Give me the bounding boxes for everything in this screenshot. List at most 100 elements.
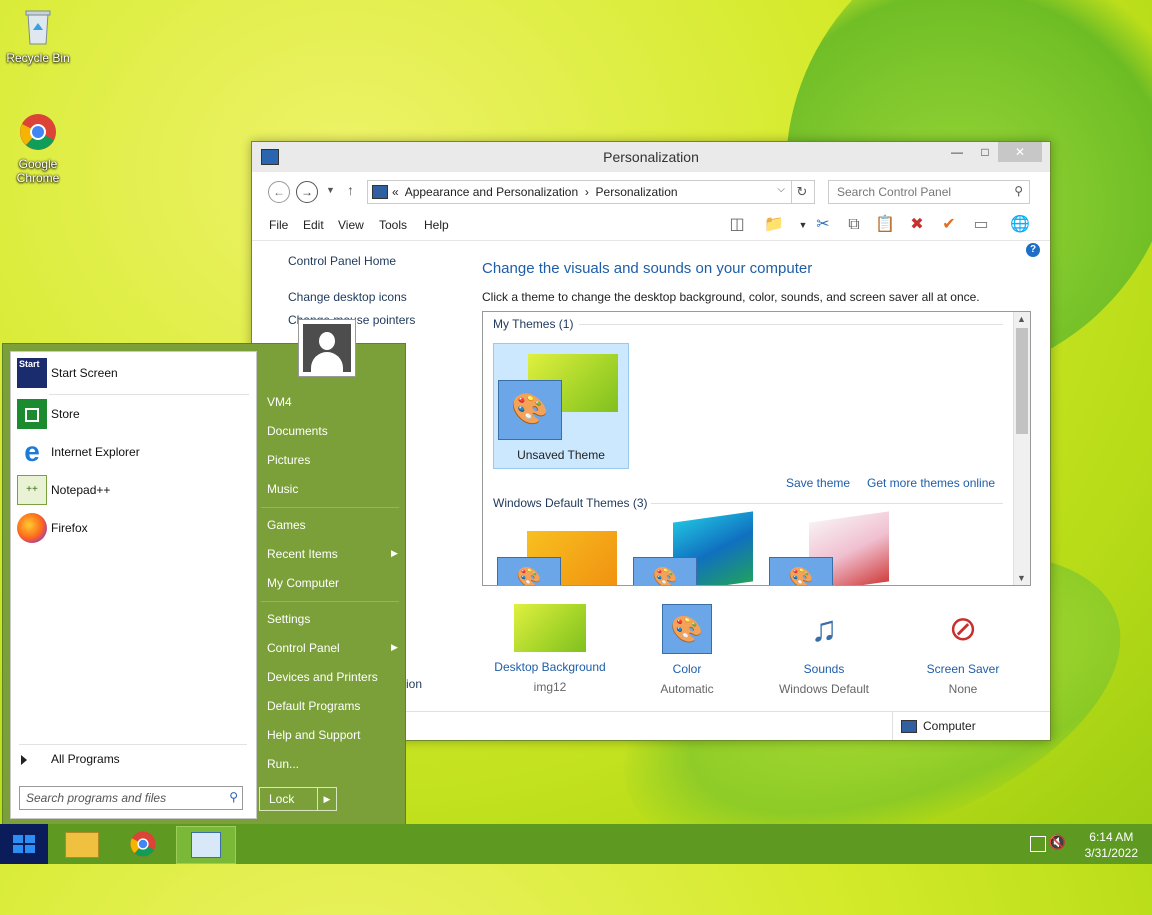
delete-icon[interactable]: ✖	[906, 214, 928, 236]
triangle-right-icon	[21, 754, 27, 765]
menu-view[interactable]: View	[338, 218, 364, 232]
close-button[interactable]: ✕	[998, 142, 1042, 162]
control-panel-icon	[191, 832, 221, 858]
breadcrumb-overflow[interactable]: «	[392, 185, 399, 199]
place-default-programs[interactable]: Default Programs	[267, 699, 360, 713]
start-tile-text: Start	[19, 359, 40, 369]
search-icon[interactable]: ⚲	[229, 790, 238, 804]
copy-icon[interactable]: ⧉	[843, 214, 865, 236]
rename-icon[interactable]: ▭	[970, 214, 992, 236]
search-control-panel-input[interactable]: Search Control Panel ⚲	[828, 180, 1030, 204]
clock[interactable]: 6:14 AM 3/31/2022	[1085, 829, 1138, 861]
minimize-button[interactable]: —	[942, 142, 972, 162]
menu-bar: File Edit View Tools Help ◫ 📁 ▼ ✂ ⧉ 📋 ✖ …	[252, 210, 1050, 241]
network-icon[interactable]	[1030, 836, 1046, 852]
theme-flowers[interactable]: 🎨	[769, 511, 889, 585]
power-options-arrow-icon[interactable]: ▶	[317, 788, 336, 810]
start-screen-icon: Start	[17, 358, 47, 388]
refresh-button[interactable]: ↻	[790, 180, 815, 204]
maximize-button[interactable]: □	[970, 142, 1000, 162]
chevron-down-icon[interactable]: ▼	[792, 214, 814, 236]
up-button[interactable]: ↑	[347, 182, 354, 198]
place-settings[interactable]: Settings	[267, 612, 310, 626]
desktop-icon-google-chrome[interactable]: Google Chrome	[3, 112, 73, 185]
screen-saver-setting[interactable]: ⊘ Screen Saver None	[893, 604, 1033, 696]
place-recent-items[interactable]: Recent Items ▶	[267, 547, 399, 561]
paste-icon[interactable]: 📋	[874, 214, 896, 236]
menu-edit[interactable]: Edit	[303, 218, 324, 232]
menu-tools[interactable]: Tools	[379, 218, 407, 232]
place-vm4[interactable]: VM4	[267, 395, 292, 409]
place-pictures[interactable]: Pictures	[267, 453, 310, 467]
theme-windows[interactable]: 🎨	[497, 531, 617, 585]
color-palette-icon: 🎨	[633, 557, 697, 585]
start-item-start-screen[interactable]: Start Start Screen	[15, 356, 251, 390]
place-run[interactable]: Run...	[267, 757, 299, 771]
forward-button[interactable]: →	[296, 181, 318, 203]
place-music[interactable]: Music	[267, 482, 298, 496]
scroll-thumb[interactable]	[1016, 328, 1028, 434]
chevron-down-icon[interactable]: ⌵	[777, 184, 785, 195]
taskbar-personalization[interactable]	[176, 826, 236, 864]
scroll-down-icon[interactable]: ▼	[1017, 573, 1026, 583]
sounds-setting[interactable]: ♫ Sounds Windows Default	[754, 604, 894, 696]
start-item-store[interactable]: Store	[15, 397, 251, 431]
avatar-head	[319, 332, 335, 350]
get-more-themes-link[interactable]: Get more themes online	[867, 476, 995, 490]
search-programs-input[interactable]: Search programs and files ⚲	[19, 786, 243, 810]
menu-help[interactable]: Help	[424, 218, 449, 232]
desktop-background-setting[interactable]: Desktop Background img12	[480, 604, 620, 694]
place-my-computer[interactable]: My Computer	[267, 576, 339, 590]
globe-icon[interactable]: 🌐	[1009, 214, 1031, 236]
title-bar[interactable]: Personalization — □ ✕	[252, 142, 1050, 172]
start-button[interactable]	[0, 824, 48, 864]
chevron-right-icon: ▶	[391, 642, 398, 652]
breadcrumb-separator[interactable]: ›	[585, 185, 589, 199]
place-control-panel[interactable]: Control Panel ▶	[267, 641, 399, 655]
link-change-desktop-icons[interactable]: Change desktop icons	[288, 290, 407, 304]
start-item-internet-explorer[interactable]: e Internet Explorer	[15, 435, 251, 469]
theme-unsaved[interactable]: 🎨 Unsaved Theme	[493, 343, 629, 469]
start-item-firefox[interactable]: Firefox	[15, 511, 251, 545]
address-bar[interactable]: « Appearance and Personalization › Perso…	[367, 180, 792, 204]
user-avatar[interactable]	[298, 319, 356, 377]
folder-options-icon[interactable]: 📁	[763, 214, 785, 236]
color-setting[interactable]: 🎨 Color Automatic	[617, 604, 757, 696]
link-control-panel-home[interactable]: Control Panel Home	[288, 254, 396, 268]
properties-check-icon[interactable]: ✔	[938, 214, 960, 236]
all-programs[interactable]: All Programs	[21, 752, 120, 766]
breadcrumb-appearance[interactable]: Appearance and Personalization	[405, 185, 578, 199]
search-icon[interactable]: ⚲	[1014, 184, 1023, 198]
place-help-and-support[interactable]: Help and Support	[267, 728, 360, 742]
breadcrumb: « Appearance and Personalization › Perso…	[392, 185, 678, 199]
breadcrumb-personalization[interactable]: Personalization	[596, 185, 678, 199]
color-palette-icon: 🎨	[769, 557, 833, 585]
ie-icon: e	[24, 436, 40, 467]
status-text: Computer	[923, 719, 976, 733]
desktop-icon-recycle-bin[interactable]: Recycle Bin	[3, 6, 73, 65]
start-item-notepadpp[interactable]: ++ Notepad++	[15, 473, 251, 507]
start-item-label: Firefox	[51, 521, 88, 535]
start-item-label: Start Screen	[51, 366, 118, 380]
taskbar-file-explorer[interactable]	[52, 826, 110, 862]
recent-pages-dropdown[interactable]: ▼	[326, 185, 335, 195]
scroll-up-icon[interactable]: ▲	[1017, 314, 1026, 324]
back-button[interactable]: ←	[268, 181, 290, 203]
save-theme-link[interactable]: Save theme	[786, 476, 850, 490]
lock-button[interactable]: Lock ▶	[259, 787, 337, 811]
place-games[interactable]: Games	[267, 518, 306, 532]
cut-icon[interactable]: ✂	[812, 214, 834, 236]
taskbar-chrome[interactable]	[114, 826, 172, 862]
user-silhouette-icon	[303, 324, 351, 372]
page-heading: Change the visuals and sounds on your co…	[482, 260, 813, 277]
back-arrow-icon: ←	[273, 185, 285, 199]
volume-muted-icon[interactable]: 🔇	[1049, 834, 1066, 851]
place-documents[interactable]: Documents	[267, 424, 328, 438]
menu-file[interactable]: File	[269, 218, 288, 232]
help-icon[interactable]: ?	[1026, 243, 1040, 257]
themes-scrollbar[interactable]: ▲ ▼	[1013, 312, 1030, 585]
place-devices-and-printers[interactable]: Devices and Printers	[267, 670, 378, 684]
theme-lines-and-colors[interactable]: 🎨	[633, 511, 753, 585]
layout-pane-icon[interactable]: ◫	[726, 214, 748, 236]
start-menu-programs-pane: Start Start Screen Store e Internet Expl…	[10, 351, 257, 819]
